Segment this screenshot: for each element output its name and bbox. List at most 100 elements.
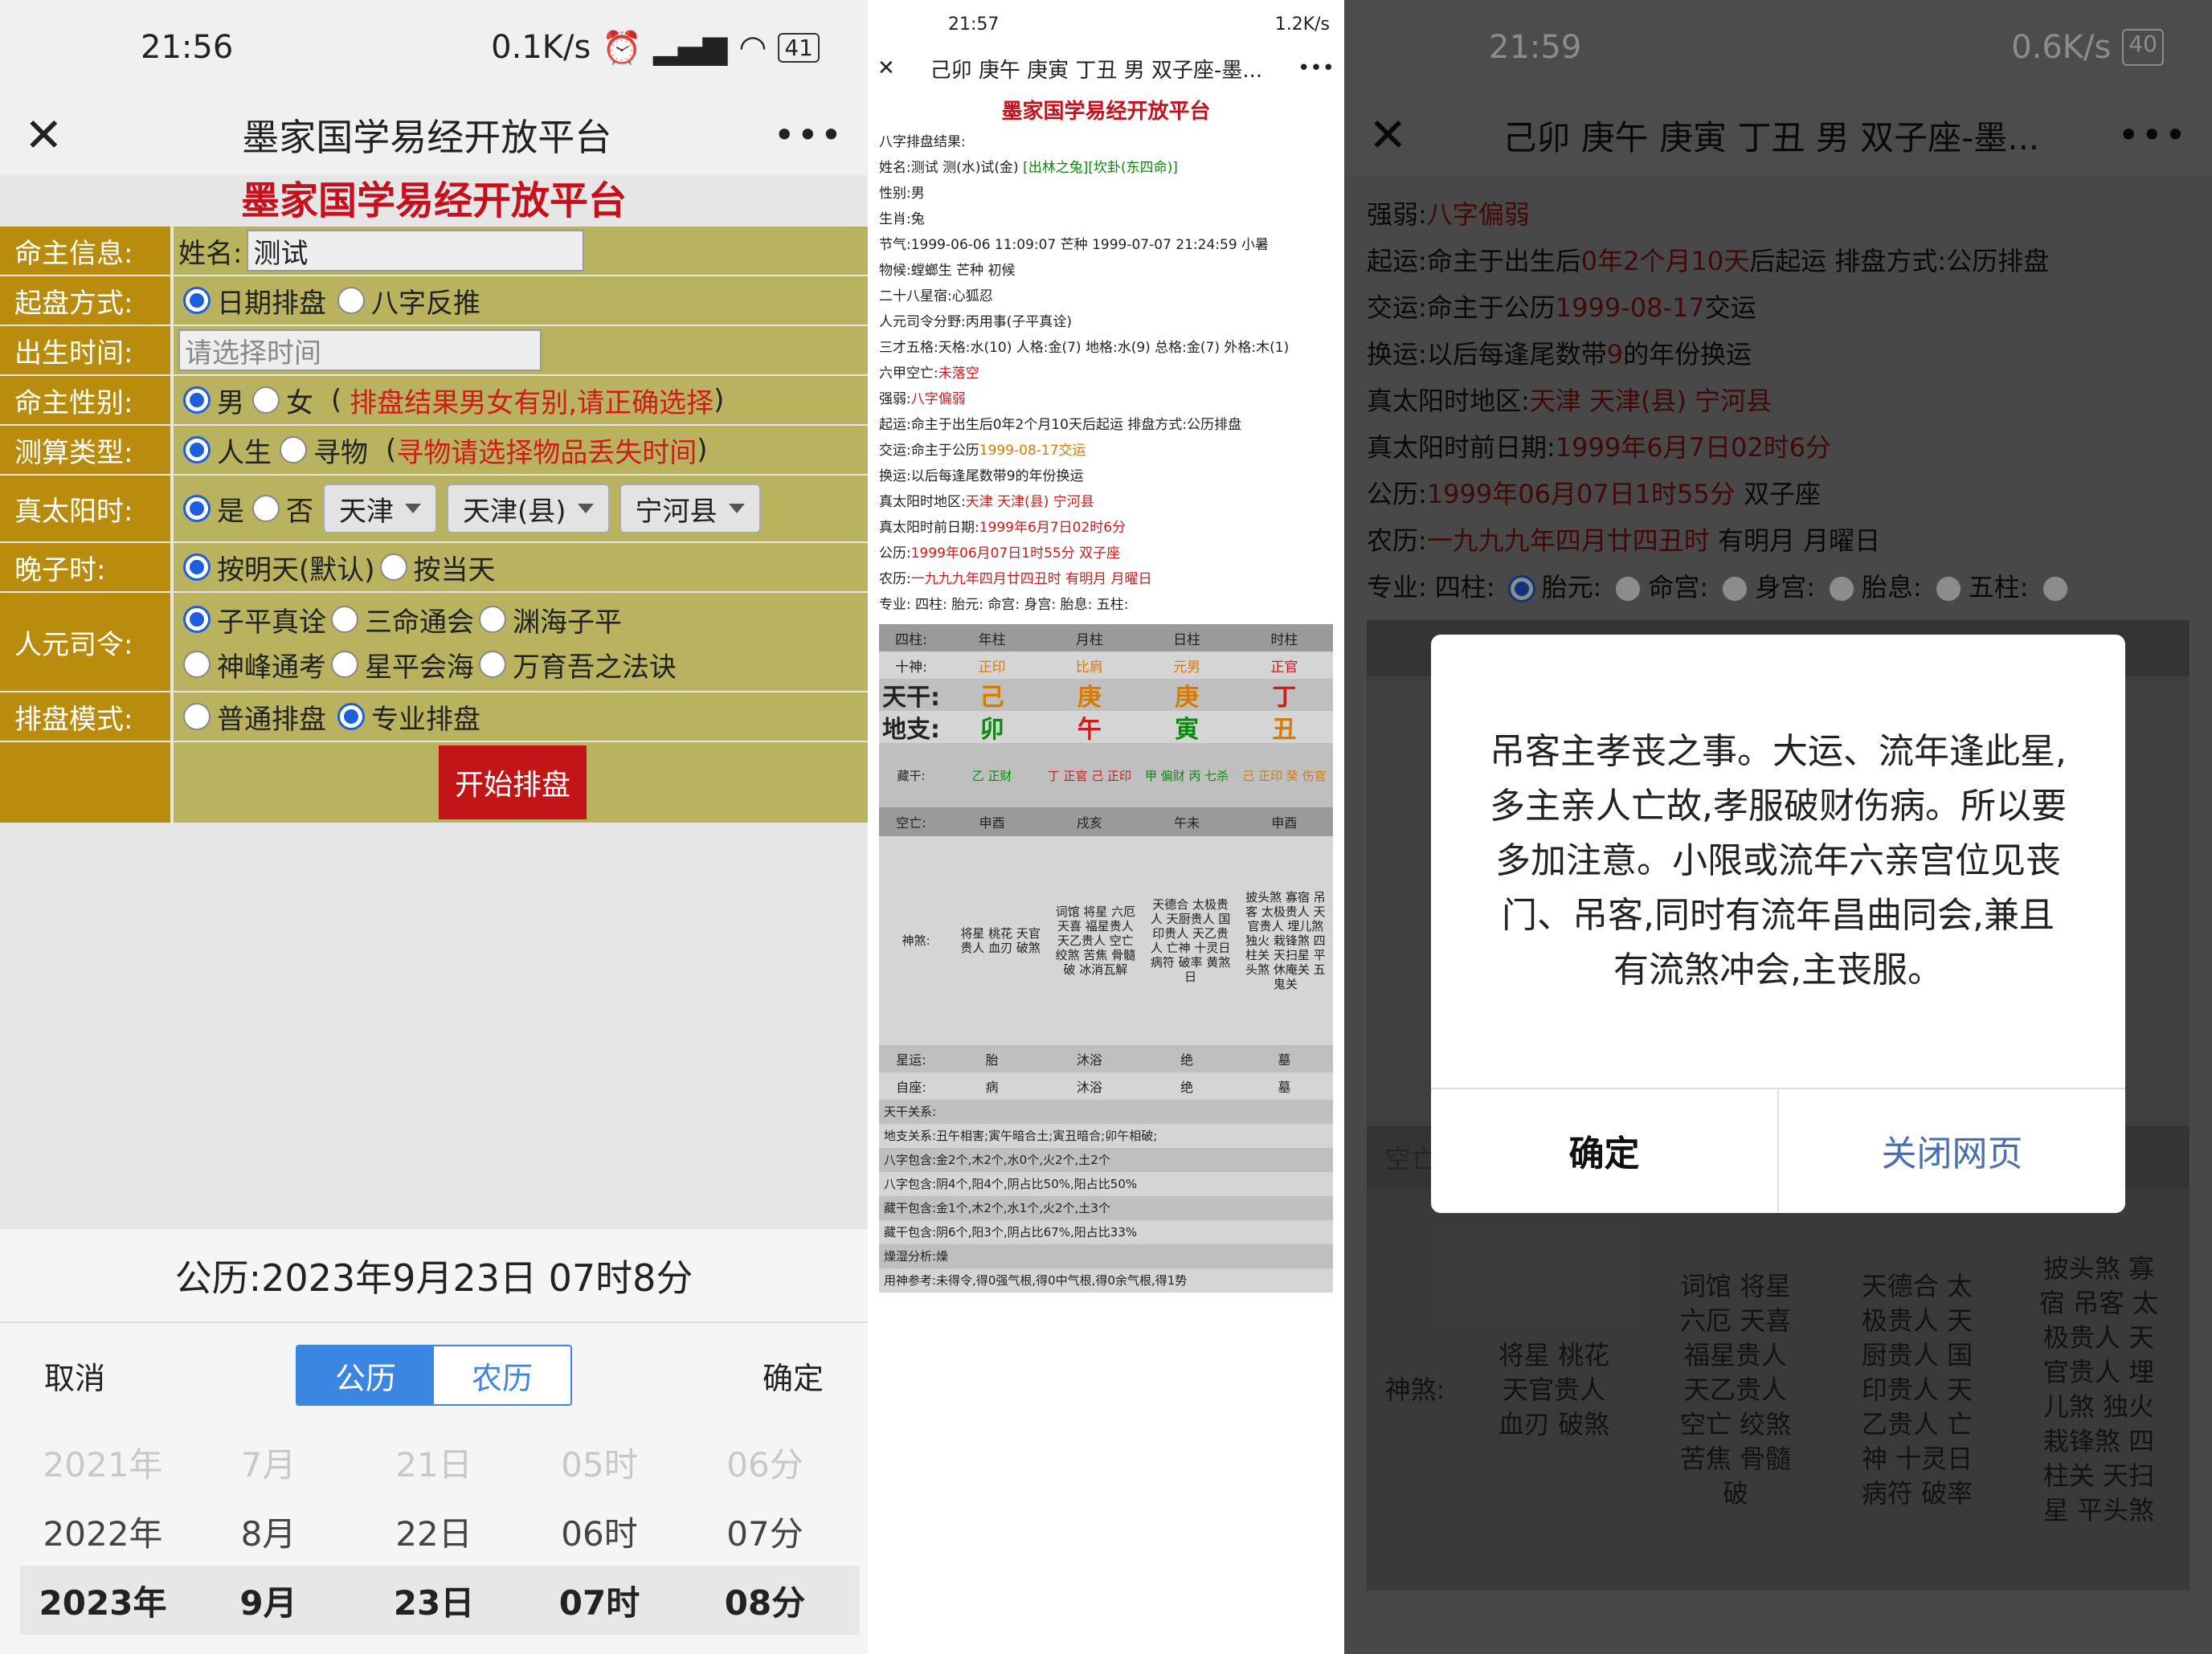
dialog-close-page-button[interactable]: 关闭网页 bbox=[1779, 1089, 2125, 1211]
radio-solar-no[interactable] bbox=[252, 495, 280, 522]
table-cell: 沐浴 bbox=[1076, 1052, 1102, 1068]
picker-day[interactable]: 22日 bbox=[351, 1507, 517, 1556]
picker-month[interactable]: 7月 bbox=[186, 1438, 351, 1487]
line-label: 三才五格:天格:水(10) 人格:金(7) 地格:水(9) 总格:金(7) 外格… bbox=[879, 340, 1290, 356]
result-line: 节气:1999-06-06 11:09:07 芒种 1999-07-07 21:… bbox=[868, 232, 1344, 258]
picker-row[interactable]: 2022年 8月 22日 06时 07分 bbox=[20, 1497, 860, 1566]
row-header: 藏干: bbox=[897, 768, 926, 783]
table-cell: 申酉 bbox=[1271, 815, 1298, 831]
table-row: 自座: 病 沐浴 绝 墓 bbox=[879, 1072, 1333, 1100]
wifi-icon: ◠ bbox=[738, 29, 767, 66]
picker-month[interactable]: 9月 bbox=[186, 1576, 351, 1625]
table-cell: 丁 bbox=[1272, 684, 1297, 712]
calendar-toggle: 公历 农历 bbox=[296, 1345, 572, 1406]
alert-dialog: 吊客主孝丧之事。大运、流年逢此星,多主亲人亡故,孝服破财伤病。所以要多加注意。小… bbox=[1431, 635, 2125, 1213]
picker-confirm-button[interactable]: 确定 bbox=[763, 1354, 824, 1398]
result-line: 公历:1999年06月07日1时55分 双子座 bbox=[868, 541, 1344, 566]
form-screen: 21:56 0.1K/s ⏰ ▂▄▆ ◠ 41 ✕ 墨家国学易经开放平台 •••… bbox=[0, 0, 868, 1654]
line-label: 强弱: bbox=[879, 391, 911, 407]
radio-wanyu[interactable] bbox=[479, 651, 506, 678]
more-icon[interactable]: ••• bbox=[1298, 56, 1335, 80]
picker-row[interactable]: 2021年 7月 21日 05时 06分 bbox=[20, 1427, 860, 1497]
close-icon[interactable]: ✕ bbox=[24, 108, 80, 162]
picker-month[interactable]: 8月 bbox=[186, 1507, 351, 1556]
province-select[interactable]: 天津 bbox=[323, 484, 437, 533]
picker-day[interactable]: 21日 bbox=[351, 1438, 517, 1487]
radio-normal[interactable] bbox=[183, 703, 211, 730]
line-label: 姓名:测试 测(水)试(金) bbox=[879, 160, 1024, 176]
picker-cancel-button[interactable]: 取消 bbox=[44, 1354, 105, 1398]
radio-life[interactable] bbox=[183, 436, 211, 464]
close-icon[interactable]: ✕ bbox=[877, 56, 895, 80]
table-cell: 正官 bbox=[1270, 659, 1298, 676]
row-header: 神煞: bbox=[902, 933, 930, 948]
table-cell: 元男 bbox=[1173, 659, 1201, 676]
dialog-screen: 21:59 0.6K/s 40 ✕ 己卯 庚午 庚寅 丁丑 男 双子座-墨...… bbox=[1344, 0, 2212, 1654]
s2-label: 三命通会 bbox=[365, 606, 474, 639]
radio-ziping[interactable] bbox=[183, 606, 211, 633]
nav-bar: ✕ 墨家国学易经开放平台 ••• bbox=[0, 95, 868, 175]
status-bar: 21:57 1.2K/s bbox=[868, 0, 1344, 48]
radio-female[interactable] bbox=[252, 386, 280, 414]
picker-minute[interactable]: 08分 bbox=[682, 1576, 848, 1625]
start-button[interactable]: 开始排盘 bbox=[439, 745, 587, 819]
picker-minute[interactable]: 06分 bbox=[682, 1438, 848, 1487]
table-row: 十神: 正印 比肩 元男 正官 bbox=[879, 651, 1333, 679]
table-row: 藏干: 乙 正财 丁 正官 己 正印甲 偏财 丙 七杀己 正印 癸 伤官 bbox=[879, 743, 1333, 807]
picker-year[interactable]: 2023年 bbox=[20, 1576, 186, 1625]
row-siling: 人元司令: 子平真诠 三命通会 渊海子平 神峰通考 星平会海 万育吾之法诀 bbox=[0, 593, 868, 692]
label-empty bbox=[0, 742, 170, 823]
table-cell: 披头煞 寡宿 吊客 太极贵人 天官贵人 埋儿煞 独火 栽锋煞 四柱关 天扫星 平… bbox=[1245, 890, 1326, 991]
name-input[interactable]: 测试 bbox=[247, 230, 585, 272]
gender-note-close: ) bbox=[713, 384, 725, 416]
solar-tab[interactable]: 公历 bbox=[297, 1346, 434, 1404]
radio-male[interactable] bbox=[183, 386, 211, 414]
radio-late-next[interactable] bbox=[183, 553, 211, 581]
table-cell: 寅 bbox=[1175, 716, 1200, 744]
row-method: 起盘方式: 日期排盘 八字反推 bbox=[0, 276, 868, 326]
picker-year[interactable]: 2021年 bbox=[20, 1438, 186, 1487]
gender-note: 排盘结果男女有别,请正确选择 bbox=[350, 386, 714, 419]
radio-solar-yes[interactable] bbox=[183, 495, 211, 522]
picker-day[interactable]: 23日 bbox=[351, 1576, 517, 1625]
picker-header: 公历:2023年9月23日 07时8分 bbox=[0, 1229, 868, 1323]
result-line: 人元司令分野:丙用事(子平真诠) bbox=[868, 309, 1344, 335]
radio-late-same[interactable] bbox=[379, 553, 407, 581]
line-label: 真太阳时前日期: bbox=[879, 520, 979, 536]
birth-time-input[interactable]: 请选择时间 bbox=[178, 329, 542, 371]
more-icon[interactable]: ••• bbox=[774, 113, 844, 157]
picker-row-selected[interactable]: 2023年 9月 23日 07时 08分 bbox=[20, 1566, 860, 1635]
dialog-ok-button[interactable]: 确定 bbox=[1431, 1089, 1779, 1211]
line-label: 物候:螳螂生 芒种 初候 bbox=[879, 263, 1016, 279]
radio-sanming[interactable] bbox=[331, 606, 358, 633]
city-select[interactable]: 天津(县) bbox=[447, 484, 610, 533]
table-cell: 己 正印 癸 伤官 bbox=[1242, 768, 1327, 783]
type-b-label: 寻物 bbox=[313, 436, 368, 469]
picker-hour[interactable]: 07时 bbox=[517, 1576, 682, 1625]
result-line: 起运:命主于出生后0年2个月10天后起运 排盘方式:公历排盘 bbox=[868, 412, 1344, 438]
row-mode: 排盘模式: 普通排盘 专业排盘 bbox=[0, 692, 868, 742]
lunar-tab[interactable]: 农历 bbox=[434, 1346, 570, 1404]
relation-row: 用神参考:未得令,得0强气根,得0中气根,得0余气根,得1势 bbox=[879, 1268, 1333, 1293]
picker-year[interactable]: 2022年 bbox=[20, 1507, 186, 1556]
picker-hour[interactable]: 06时 bbox=[517, 1507, 682, 1556]
picker-minute[interactable]: 07分 bbox=[682, 1507, 848, 1556]
relation-row: 天干关系: bbox=[879, 1100, 1333, 1124]
radio-find[interactable] bbox=[280, 436, 307, 464]
radio-xingping[interactable] bbox=[331, 651, 358, 678]
s3-label: 渊海子平 bbox=[513, 606, 622, 639]
result-line: 物候:螳螂生 芒种 初候 bbox=[868, 258, 1344, 284]
county-select[interactable]: 宁河县 bbox=[619, 484, 761, 533]
radio-bazi[interactable] bbox=[337, 287, 365, 314]
radio-pro[interactable] bbox=[337, 703, 365, 730]
relations: 天干关系: 地支关系:丑午相害;寅午暗合土;寅丑暗合;卯午相破; 八字包含:金2个,… bbox=[879, 1100, 1333, 1293]
radio-date[interactable] bbox=[183, 287, 211, 314]
line-value: 1999年06月07日1时55分 双子座 bbox=[910, 545, 1121, 562]
table-row: 神煞: 将星 桃花 天官贵人 血刃 破煞 词馆 将星 六厄 天喜 福星贵人 天乙贵人… bbox=[879, 836, 1333, 1045]
status-bar: 21:56 0.1K/s ⏰ ▂▄▆ ◠ 41 bbox=[0, 0, 868, 95]
picker-hour[interactable]: 05时 bbox=[517, 1438, 682, 1487]
radio-shenfeng[interactable] bbox=[183, 651, 211, 678]
no-label: 否 bbox=[286, 495, 313, 528]
label-method: 起盘方式: bbox=[0, 276, 170, 325]
radio-yuanhai[interactable] bbox=[479, 606, 506, 633]
